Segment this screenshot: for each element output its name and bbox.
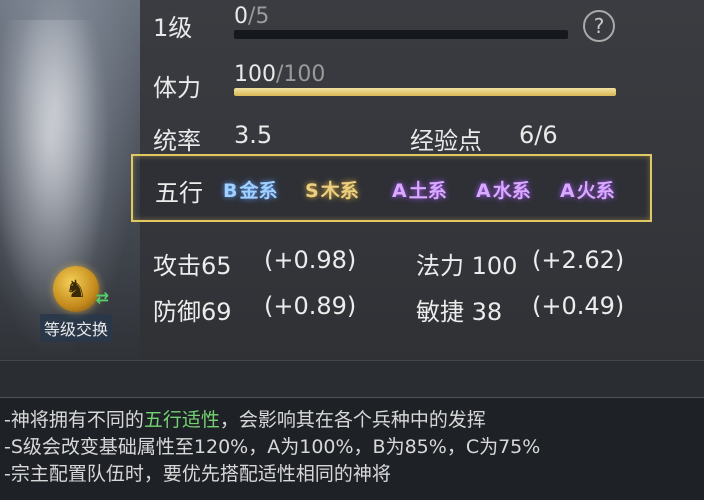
wuxing-element: 土系 (408, 180, 447, 202)
stat-label: 法力 (416, 252, 464, 280)
wuxing-grade: B (223, 180, 238, 202)
wuxing-title: 五行 (155, 179, 203, 207)
stat-agility-bonus: (+0.49) (532, 292, 625, 320)
stat-value: 65 (201, 252, 232, 280)
level-swap-label: 等级交换 (39, 314, 112, 342)
stamina-progress-bar (234, 88, 616, 96)
level-swap-button[interactable]: ♞ ⇄ 等级交换 (30, 262, 122, 342)
wuxing-grade: A (392, 180, 407, 202)
info-line-3: -宗主配置队伍时，要优先搭配适性相同的神将 (4, 463, 391, 485)
stat-magic-bonus: (+2.62) (532, 246, 625, 274)
swap-arrows-icon: ⇄ (95, 288, 109, 307)
wuxing-item-fire: A 火系 (560, 176, 615, 203)
level-label: 1级 (153, 14, 193, 42)
stat-label: 敏捷 (416, 298, 464, 326)
stamina-max: /100 (276, 62, 326, 87)
stat-value: 100 (471, 252, 518, 280)
level-max: /5 (248, 4, 270, 29)
wuxing-element: 水系 (492, 180, 531, 202)
wuxing-element: 木系 (320, 180, 359, 202)
swap-emblem-icon: ♞ ⇄ (53, 266, 109, 312)
section-divider (0, 360, 704, 398)
wuxing-element: 金系 (239, 180, 278, 202)
info-line-1-prefix: -神将拥有不同的 (4, 409, 144, 431)
wuxing-item-earth: A 土系 (392, 176, 447, 203)
stat-defense: 防御69 (153, 292, 232, 327)
stat-attack-bonus: (+0.98) (264, 246, 357, 274)
wuxing-grade: A (560, 180, 575, 202)
stamina-progress-fill (234, 88, 616, 96)
help-icon[interactable]: ? (583, 10, 615, 42)
stat-magic: 法力 100 (416, 246, 517, 281)
wuxing-item-metal: B 金系 (223, 176, 278, 203)
wuxing-item-water: A 水系 (476, 176, 531, 203)
wuxing-grade: A (476, 180, 491, 202)
wuxing-element: 火系 (576, 180, 615, 202)
info-line-2: -S级会改变基础属性至120%，A为100%，B为85%，C为75% (4, 436, 541, 458)
stamina-label: 体力 (153, 74, 201, 102)
stat-label: 防御 (153, 298, 201, 326)
stamina-value: 100/100 (234, 62, 325, 87)
level-progress-bar (234, 30, 568, 39)
general-detail-panel: ♞ ⇄ 等级交换 1级 0/5 ? 体力 100/100 统率 3.5 经验点 6… (0, 0, 704, 360)
level-value: 0/5 (234, 4, 269, 29)
wuxing-item-wood: S 木系 (305, 176, 359, 203)
stamina-current: 100 (234, 62, 276, 87)
stat-value: 69 (201, 298, 232, 326)
leadership-value: 3.5 (234, 121, 273, 149)
exp-points-label: 经验点 (410, 127, 482, 155)
leadership-label: 统率 (153, 127, 201, 155)
wuxing-panel: 五行 B 金系 S 木系 A 土系 A 水系 A 火系 (131, 154, 652, 222)
info-line-1: -神将拥有不同的五行适性，会影响其在各个兵种中的发挥 (4, 405, 486, 432)
exp-points-value: 6/6 (519, 121, 558, 149)
stat-label: 攻击 (153, 252, 201, 280)
info-highlight: 五行适性 (143, 409, 220, 431)
level-current: 0 (234, 4, 248, 29)
stat-attack: 攻击65 (153, 246, 232, 281)
wuxing-grade: S (305, 180, 319, 202)
info-line-1-suffix: ，会影响其在各个兵种中的发挥 (219, 409, 486, 431)
stat-value: 38 (471, 298, 503, 326)
stat-defense-bonus: (+0.89) (264, 292, 357, 320)
stat-agility: 敏捷 38 (416, 292, 502, 327)
